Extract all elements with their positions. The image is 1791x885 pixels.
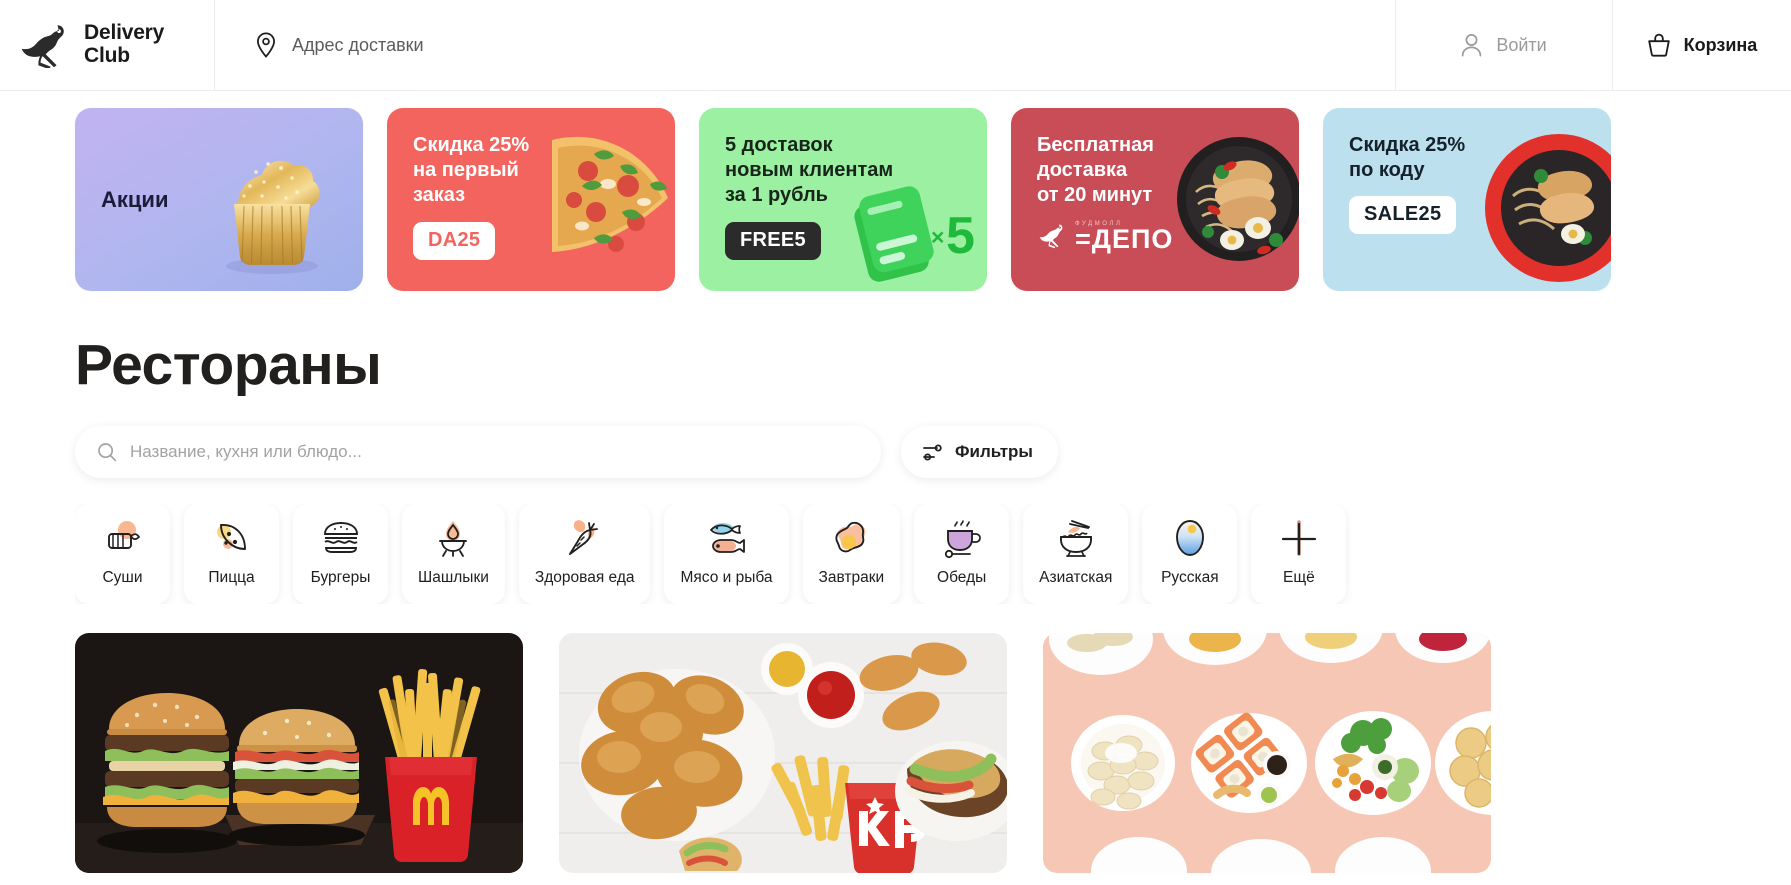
- fish-meat-icon: [709, 523, 745, 553]
- depo-brand-name: =ДЕПО: [1075, 223, 1174, 254]
- promo-banner-free5[interactable]: × 5 5 доставок новым клиентам за 1 рубль…: [699, 108, 987, 291]
- basket-icon: [1647, 33, 1670, 57]
- delivery-address-selector[interactable]: Адрес доставки: [215, 0, 1396, 90]
- plates-on-pink-image: [1043, 633, 1491, 873]
- cup-spoon-icon: [944, 520, 981, 559]
- category-chip-pizza[interactable]: Пицца: [184, 504, 279, 604]
- svg-text:×: ×: [931, 224, 944, 250]
- category-label: Шашлыки: [418, 569, 489, 586]
- restaurant-card-mcdonalds[interactable]: [75, 633, 523, 873]
- category-chip-russian[interactable]: Русская: [1142, 504, 1238, 604]
- fried-egg-icon: [835, 521, 866, 553]
- logo-wordmark: Delivery Club: [84, 21, 165, 67]
- noodle-bowl-icon: [1059, 520, 1092, 557]
- ostrich-icon: [21, 25, 64, 68]
- page-title: Рестораны: [75, 333, 382, 397]
- category-label: Обеды: [937, 569, 987, 586]
- sushi-icon: [107, 521, 140, 549]
- category-chip-meat-fish[interactable]: Мясо и рыба: [664, 504, 789, 604]
- location-pin-icon: [256, 32, 276, 58]
- filters-label: Фильтры: [955, 442, 1033, 461]
- promo-banner-depo[interactable]: Бесплатная доставка от 20 минут ФУДМОЛЛ …: [1011, 108, 1299, 291]
- search-row: Фильтры: [75, 426, 1791, 478]
- promo-banner-title: Скидка 25% на первый заказ: [413, 134, 530, 207]
- category-label: Русская: [1161, 569, 1219, 586]
- category-chip-more[interactable]: Ещё: [1251, 504, 1347, 604]
- pelmeni-icon: [1175, 520, 1204, 556]
- promo-code-chip[interactable]: DA25: [413, 221, 496, 260]
- category-chip-healthy[interactable]: Здоровая еда: [518, 504, 651, 604]
- promo-banner-title: 5 доставок новым клиентам за 1 рубль: [725, 134, 894, 207]
- category-label: Азиатская: [1039, 569, 1113, 586]
- promo-banner-title: Акции: [101, 186, 169, 212]
- restaurant-card-row[interactable]: [75, 633, 1791, 873]
- search-box[interactable]: [75, 426, 881, 478]
- login-label: Войти: [1496, 34, 1547, 55]
- promo-code-chip[interactable]: FREE5: [725, 221, 821, 260]
- delivery-club-logo[interactable]: Delivery Club: [0, 0, 215, 90]
- category-chip-burgers[interactable]: Бургеры: [293, 504, 388, 604]
- fried-chicken-spread-image: [559, 633, 1007, 873]
- search-icon: [98, 443, 117, 462]
- site-header: Delivery Club Адрес доставки Войти Корзи…: [0, 0, 1791, 91]
- ramen-bowl-icon: [1177, 137, 1299, 261]
- category-label: Бургеры: [310, 569, 371, 586]
- category-chip-shashlyk[interactable]: Шашлыки: [402, 504, 505, 604]
- login-button[interactable]: Войти: [1396, 0, 1613, 90]
- user-icon: [1462, 34, 1482, 57]
- restaurant-card-russian[interactable]: [1043, 633, 1491, 873]
- category-chip-lunch[interactable]: Обеды: [914, 504, 1010, 604]
- cart-button[interactable]: Корзина: [1613, 0, 1791, 90]
- category-chip-breakfast[interactable]: Завтраки: [802, 504, 901, 604]
- burgers-and-fries-image: [75, 633, 523, 873]
- category-chip-row[interactable]: Суши Пицца Бургеры Шашлыки Здоровая еда …: [75, 504, 1791, 604]
- promo-banner-title: Скидка 25% по коду: [1349, 134, 1466, 182]
- delivery-address-label: Адрес доставки: [292, 34, 424, 55]
- plus-icon: [1281, 520, 1316, 556]
- svg-text:5: 5: [946, 207, 975, 265]
- promo-banner-title: Бесплатная доставка от 20 минут: [1037, 134, 1154, 207]
- promo-banner-da25[interactable]: Скидка 25% на первый заказ DA25: [387, 108, 675, 291]
- category-label: Здоровая еда: [534, 569, 635, 586]
- cart-label: Корзина: [1683, 34, 1758, 55]
- category-chip-asian[interactable]: Азиатская: [1023, 504, 1129, 604]
- pizza-icon: [216, 524, 246, 550]
- category-label: Суши: [102, 569, 143, 586]
- sliders-icon: [923, 444, 942, 460]
- restaurant-card-kfc[interactable]: [559, 633, 1007, 873]
- category-label: Пицца: [208, 569, 255, 586]
- category-label: Мясо и рыба: [680, 569, 773, 586]
- promo-banner-carousel[interactable]: Акции Скидка 25% на первый заказ DA25 × …: [0, 91, 1791, 291]
- search-input[interactable]: [130, 442, 859, 462]
- filters-button[interactable]: Фильтры: [901, 426, 1058, 478]
- promo-banner-akcii[interactable]: Акции: [75, 108, 363, 291]
- ostrich-icon: [1039, 224, 1063, 249]
- category-chip-sushi[interactable]: Суши: [75, 504, 170, 604]
- burger-icon: [323, 522, 358, 553]
- category-label: Ещё: [1283, 569, 1315, 586]
- carrot-icon: [568, 520, 598, 555]
- promo-code-chip[interactable]: SALE25: [1349, 196, 1457, 235]
- depo-brand-logo: ФУДМОЛЛ =ДЕПО: [1037, 221, 1186, 253]
- grill-icon: [439, 521, 468, 557]
- category-label: Завтраки: [818, 569, 885, 586]
- promo-banner-sale25[interactable]: Скидка 25% по коду SALE25: [1323, 108, 1611, 291]
